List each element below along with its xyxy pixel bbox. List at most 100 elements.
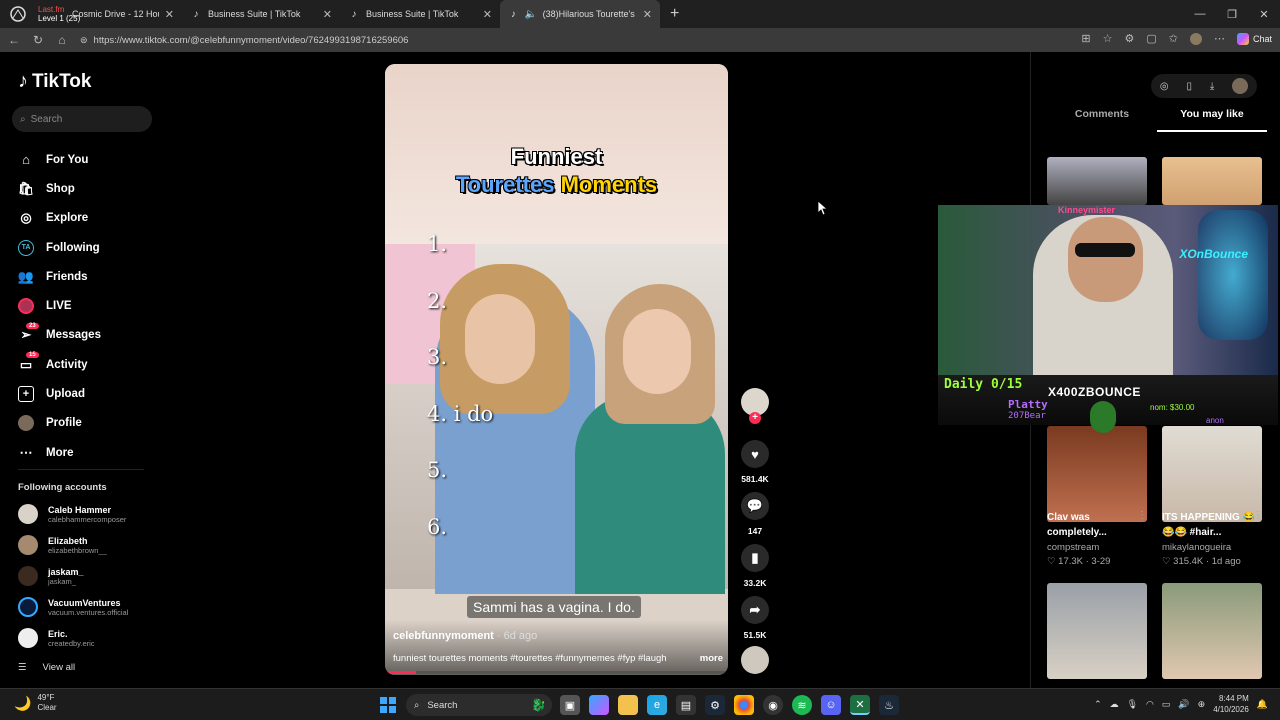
video-thumbnail[interactable] (1162, 426, 1262, 522)
share-button[interactable]: ➦ 51.5K (740, 596, 770, 640)
volume-icon[interactable]: 🔊 (1178, 699, 1189, 710)
minimize-icon[interactable]: — (1184, 0, 1216, 28)
card-title[interactable]: ITS HAPPENING 😂😂😂 #hair... (1162, 510, 1262, 540)
card-author[interactable]: compstream (1047, 542, 1157, 553)
following-account[interactable]: Elizabeth elizabethbrown__ (18, 535, 158, 555)
restore-icon[interactable]: ❐ (1216, 0, 1248, 28)
store-icon[interactable]: ▤ (676, 695, 696, 715)
profile-avatar-icon[interactable] (1189, 32, 1202, 45)
creator-avatar-button[interactable]: + (740, 388, 770, 424)
card-menu-icon[interactable]: ⋮ (1137, 510, 1147, 521)
tab-business-suite-1[interactable]: ♪ Business Suite | TikTok ✕ (182, 0, 340, 28)
close-window-icon[interactable]: ✕ (1248, 0, 1280, 28)
notifications-icon[interactable]: 🔔 (1257, 699, 1268, 710)
spotify-icon[interactable]: ≋ (792, 695, 812, 715)
site-info-icon[interactable]: ⊜ (80, 35, 88, 46)
weather-widget[interactable]: 🌙 49°F Clear (14, 693, 57, 713)
video-author[interactable]: celebfunnymoment · 6d ago (393, 630, 537, 642)
tab-business-suite-2[interactable]: ♪ Business Suite | TikTok ✕ (340, 0, 500, 28)
nav-following[interactable]: TA Following (18, 233, 158, 262)
chrome-icon[interactable] (734, 695, 754, 715)
like-button[interactable]: ♥ 581.4K (740, 440, 770, 484)
extensions-icon[interactable]: ⚙ (1124, 32, 1134, 45)
card-title[interactable]: Clav was completely... (1047, 510, 1147, 540)
new-tab-button[interactable]: + (660, 0, 689, 28)
discord-icon[interactable]: ☺ (821, 695, 841, 715)
video-progress-bar[interactable] (385, 671, 728, 674)
network-icon[interactable]: ⊕ (1198, 699, 1206, 710)
tiktok-logo[interactable]: ♪ TikTok (18, 70, 91, 93)
video-thumbnail[interactable] (1047, 583, 1147, 679)
url-field[interactable]: ⊜ https://www.tiktok.com/@celebfunnymome… (80, 31, 1060, 49)
video-thumbnail[interactable] (1162, 583, 1262, 679)
nav-explore[interactable]: ◎ Explore (18, 204, 158, 233)
sound-disc-button[interactable] (740, 646, 770, 680)
activity-badge: 15 (26, 352, 39, 359)
file-explorer-icon[interactable] (618, 695, 638, 715)
compass-icon[interactable]: ◎ (1160, 81, 1169, 92)
nav-messages[interactable]: ➢ 23 Messages (18, 321, 158, 350)
nav-for-you[interactable]: ⌂ For You (18, 145, 158, 174)
nav-more[interactable]: ⋯ More (18, 438, 158, 467)
view-all-link[interactable]: ☰ View all (18, 662, 75, 673)
avatar[interactable] (1232, 78, 1249, 94)
save-button[interactable]: ▮ 33.2K (740, 544, 770, 588)
close-icon[interactable]: ✕ (323, 8, 332, 21)
favorites-icon[interactable]: ✩ (1169, 32, 1178, 45)
video-thumbnail[interactable] (1047, 157, 1147, 205)
home-icon[interactable]: ⌂ (50, 33, 74, 47)
favorite-star-icon[interactable]: ☆ (1103, 32, 1113, 45)
comment-button[interactable]: 💬 147 (740, 492, 770, 536)
copilot-app-icon[interactable] (589, 695, 609, 715)
nav-activity[interactable]: ▭ 15 Activity (18, 350, 158, 379)
nav-live[interactable]: LIVE (18, 291, 158, 320)
close-icon[interactable]: ✕ (483, 8, 492, 21)
card-author[interactable]: mikaylanogueira (1162, 542, 1272, 553)
copilot-button[interactable]: Chat (1236, 32, 1272, 45)
download-icon[interactable]: ⤓ (1210, 81, 1214, 92)
nav-friends[interactable]: 👥 Friends (18, 262, 158, 291)
steam-icon[interactable]: ⚙ (705, 695, 725, 715)
battery-icon[interactable]: ▭ (1162, 699, 1171, 710)
search-input[interactable]: ⌕ Search (12, 106, 152, 132)
back-icon[interactable]: ← (2, 33, 26, 47)
settings-more-icon[interactable]: ⋯ (1214, 32, 1225, 45)
video-thumbnail[interactable] (1047, 426, 1147, 522)
tray-expand-icon[interactable]: ⌃ (1094, 699, 1102, 710)
app-available-icon[interactable]: ⊞ (1081, 32, 1090, 45)
clock[interactable]: 8:44 PM 4/10/2026 (1213, 693, 1249, 715)
tab-comments[interactable]: Comments (1047, 108, 1157, 132)
video-thumbnail[interactable] (1162, 157, 1262, 205)
phone-icon[interactable]: ▯ (1186, 81, 1192, 92)
split-screen-icon[interactable]: ▢ (1146, 32, 1156, 45)
speaker-icon[interactable]: 🔈 (524, 8, 536, 20)
tab-tourettes-video[interactable]: ♪ 🔈 (38)Hilarious Tourette's Mome ✕ (500, 0, 660, 28)
edge-icon[interactable]: e (647, 695, 667, 715)
onedrive-icon[interactable]: ☁ (1110, 699, 1119, 710)
tab-you-may-like[interactable]: You may like (1157, 108, 1267, 132)
obs-icon[interactable]: ◉ (763, 695, 783, 715)
following-account[interactable]: Eric. createdby.eric (18, 628, 158, 648)
wifi-icon[interactable]: ◠ (1146, 699, 1154, 710)
taskbar-search[interactable]: ⌕ Search 🐉 (406, 694, 552, 716)
following-account[interactable]: VacuumVentures vacuum.ventures.official (18, 597, 158, 617)
nav-upload[interactable]: + Upload (18, 379, 158, 408)
nav-shop[interactable]: 🛍 Shop (18, 174, 158, 203)
tab-cosmic-drive[interactable]: Last.fm Level 1 (25) Cosmic Drive - 12 H… (34, 0, 182, 28)
following-account[interactable]: jaskam_ jaskam_ (18, 566, 158, 586)
close-icon[interactable]: ✕ (643, 8, 652, 21)
start-button[interactable] (380, 697, 396, 713)
browser-profile-icon[interactable] (8, 6, 28, 22)
video-player[interactable]: Funniest Tourettes Moments 1. 2. 3. 4. i… (385, 64, 728, 675)
steam-app-icon[interactable]: ♨ (879, 695, 899, 715)
follow-plus-icon[interactable]: + (749, 412, 761, 424)
following-account[interactable]: Caleb Hammer calebhammercomposer (18, 504, 158, 524)
close-icon[interactable]: ✕ (165, 8, 174, 21)
excel-icon[interactable]: ✕ (850, 695, 870, 715)
card-menu-icon[interactable]: ⋮ (1253, 510, 1263, 521)
nav-profile[interactable]: Profile (18, 409, 158, 438)
refresh-icon[interactable]: ↻ (26, 33, 50, 47)
microphone-icon[interactable]: 🎙 (1127, 699, 1138, 710)
more-link[interactable]: more (700, 653, 723, 664)
task-view-icon[interactable]: ▣ (560, 695, 580, 715)
